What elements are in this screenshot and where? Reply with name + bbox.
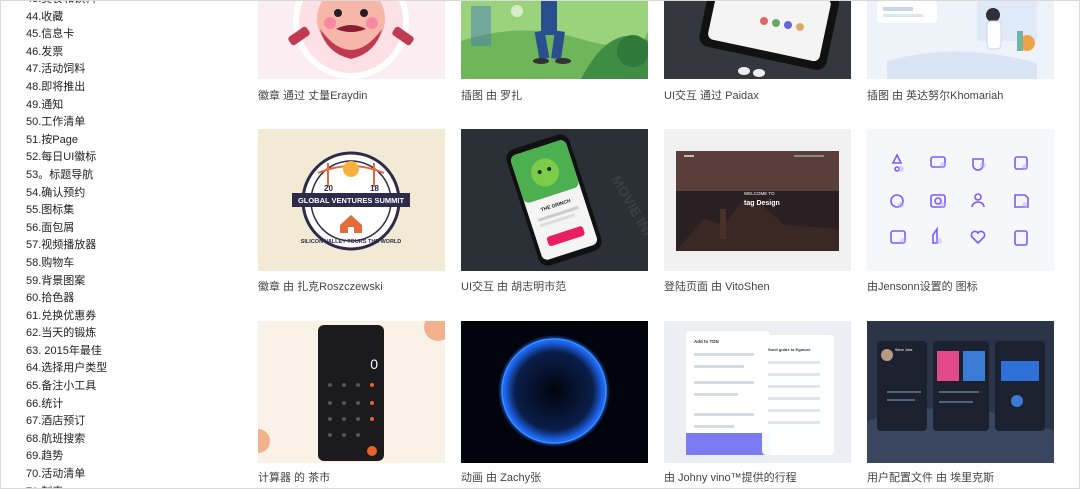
illustration-landing-page: WELCOME TO tag Design	[664, 129, 851, 271]
gallery: 徽章 通过 丈量Eraydin 插图 由 罗扎 UI交互 通过 Paidax 插…	[258, 1, 1058, 488]
sidebar-item[interactable]: 56.面包屑	[26, 220, 107, 238]
card-caption[interactable]: 用户配置文件 由 埃里克斯	[867, 469, 994, 485]
card-caption[interactable]: 徽章 由 扎克Roszczewski	[258, 278, 383, 294]
illustration-blue-orb	[461, 321, 648, 463]
card-caption[interactable]: 由Jensonn设置的 图标	[867, 278, 978, 294]
trip-right-title: Sunil guide to Egmore	[768, 347, 811, 352]
sidebar-item[interactable]: 68.航班搜索	[26, 431, 107, 449]
card-caption[interactable]: 徽章 通过 丈量Eraydin	[258, 87, 367, 103]
card-caption[interactable]: 由 Johny vino™提供的行程	[664, 469, 797, 485]
profile-name: Steve Jobs	[895, 348, 913, 352]
illustration-trip-planner: Add to TDN Sunil guide to Egmore	[664, 321, 851, 463]
sidebar-item[interactable]: 70.活动清单	[26, 466, 107, 484]
illustration-user-profile: Steve Jobs	[867, 321, 1054, 463]
sidebar-item[interactable]: 57.视频播放器	[26, 237, 107, 255]
card-caption[interactable]: 插图 由 英达努尔Khomariah	[867, 87, 1003, 103]
sidebar-item[interactable]: 52.每日UI徽标	[26, 149, 107, 167]
sidebar-item[interactable]: 71.制表	[26, 484, 107, 488]
card-thumbnail[interactable]	[258, 1, 445, 79]
sidebar-item[interactable]: 43.美食和饮料	[26, 1, 107, 9]
sidebar-item[interactable]: 46.发票	[26, 44, 107, 62]
card-thumbnail[interactable]: Add to TDN Sunil guide to Egmore	[664, 321, 851, 463]
card-caption[interactable]: 插图 由 罗扎	[461, 87, 522, 103]
sidebar-item[interactable]: 49.通知	[26, 97, 107, 115]
sidebar-item[interactable]: 66.统计	[26, 396, 107, 414]
card-thumbnail[interactable]: WELCOME TO tag Design	[664, 129, 851, 271]
sidebar: 43.美食和饮料44.收藏45.信息卡46.发票47.活动饲料48.即将推出49…	[1, 1, 221, 488]
card-caption[interactable]: 计算器 的 茶市	[258, 469, 330, 485]
illustration-movie-phone: MOVIE INFO THE GRINCH	[461, 129, 648, 271]
sidebar-item[interactable]: 48.即将推出	[26, 79, 107, 97]
sidebar-item[interactable]: 60.拾色器	[26, 290, 107, 308]
sidebar-item[interactable]: 61.兑换优惠券	[26, 308, 107, 326]
card-thumbnail[interactable]: 0	[258, 321, 445, 463]
sidebar-item[interactable]: 54.确认预约	[26, 185, 107, 203]
sidebar-item[interactable]: 64.选择用户类型	[26, 360, 107, 378]
card-thumbnail[interactable]: Steve Jobs	[867, 321, 1054, 463]
card-caption[interactable]: 登陆页面 由 VitoShen	[664, 278, 770, 294]
badge-title: GLOBAL VENTURES SUMMIT	[298, 196, 405, 205]
card-thumbnail[interactable]	[867, 1, 1054, 79]
calc-display: 0	[370, 356, 378, 372]
sidebar-item[interactable]: 65.备注小工具	[26, 378, 107, 396]
sidebar-item[interactable]: 67.酒店预订	[26, 413, 107, 431]
badge-year-left: 20	[324, 184, 333, 193]
illustration-phone-ui	[664, 1, 851, 79]
sidebar-item[interactable]: 50.工作清单	[26, 114, 107, 132]
sidebar-item[interactable]: 59.背景图案	[26, 273, 107, 291]
card-thumbnail[interactable]	[461, 321, 648, 463]
sidebar-item[interactable]: 47.活动饲料	[26, 61, 107, 79]
hero-line-2: tag Design	[744, 200, 780, 207]
right-scrollbar[interactable]	[1065, 1, 1079, 488]
sidebar-item[interactable]: 55.图标集	[26, 202, 107, 220]
card-thumbnail[interactable]	[867, 129, 1054, 271]
card-thumbnail[interactable]	[664, 1, 851, 79]
illustration-golfer	[461, 1, 648, 79]
badge-illustration	[288, 1, 414, 79]
badge-subtitle: SILICON VALLEY TOURS THE WORLD	[301, 239, 402, 245]
sidebar-item[interactable]: 45.信息卡	[26, 26, 107, 44]
card-thumbnail[interactable]: 20 18 GLOBAL VENTURES SUMMIT SILICON VAL…	[258, 129, 445, 271]
sidebar-item[interactable]: 53。标题导航	[26, 167, 107, 185]
card-thumbnail[interactable]: MOVIE INFO THE GRINCH	[461, 129, 648, 271]
illustration-icon-set	[867, 129, 1054, 271]
sidebar-item[interactable]: 62.当天的锻炼	[26, 325, 107, 343]
illustration-calculator: 0	[258, 321, 445, 463]
hero-line-1: WELCOME TO	[744, 191, 775, 196]
sidebar-item[interactable]: 58.购物车	[26, 255, 107, 273]
card-caption[interactable]: UI交互 由 胡志明市范	[461, 278, 566, 294]
badge-year-right: 18	[370, 184, 379, 193]
trip-title: Add to TDN	[694, 339, 719, 344]
card-caption[interactable]: 动画 由 Zachy张	[461, 469, 541, 485]
card-caption[interactable]: UI交互 通过 Paidax	[664, 87, 759, 103]
sidebar-item[interactable]: 69.趋势	[26, 448, 107, 466]
card-thumbnail[interactable]	[461, 1, 648, 79]
illustration-workspace	[867, 1, 1054, 79]
sidebar-list: 43.美食和饮料44.收藏45.信息卡46.发票47.活动饲料48.即将推出49…	[26, 1, 107, 488]
sidebar-item[interactable]: 63. 2015年最佳	[26, 343, 107, 361]
badge-global-ventures: 20 18 GLOBAL VENTURES SUMMIT SILICON VAL…	[258, 129, 445, 271]
sidebar-item[interactable]: 51.按Page	[26, 132, 107, 150]
sidebar-item[interactable]: 44.收藏	[26, 9, 107, 27]
app-window: 43.美食和饮料44.收藏45.信息卡46.发票47.活动饲料48.即将推出49…	[0, 0, 1080, 489]
